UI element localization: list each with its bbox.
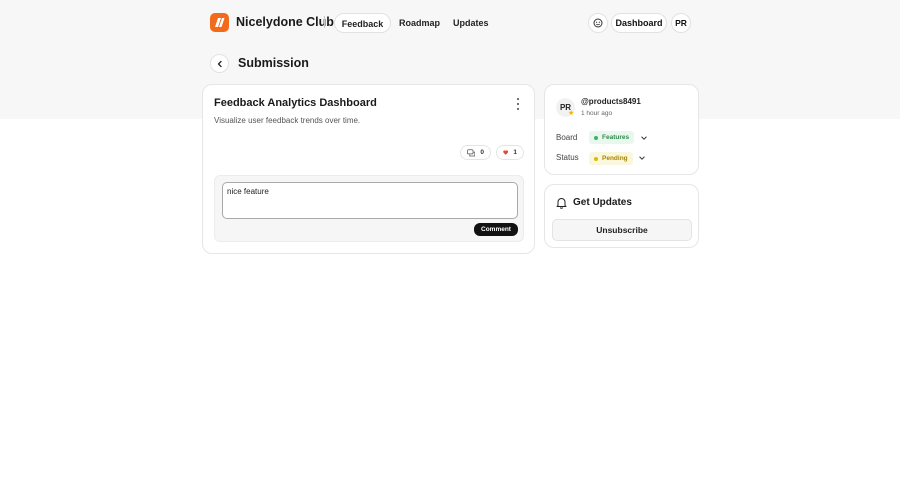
post-title: Feedback Analytics Dashboard — [214, 97, 377, 109]
brand-name[interactable]: Nicelydone Club — [236, 15, 334, 29]
status-label: Status — [556, 153, 579, 162]
comment-count-button[interactable]: 0 — [460, 145, 491, 160]
chevron-down-icon[interactable] — [638, 154, 646, 162]
more-vertical-icon[interactable] — [515, 98, 521, 110]
comment-input[interactable] — [222, 182, 518, 219]
board-value: Features — [602, 134, 630, 141]
post-meta-card: PR ★ @products8491 1 hour ago Board Feat… — [544, 84, 699, 175]
dashboard-button[interactable]: Dashboard — [611, 13, 667, 33]
theme-toggle-icon — [593, 18, 603, 28]
post-description: Visualize user feedback trends over time… — [214, 116, 361, 125]
unsubscribe-button[interactable]: Unsubscribe — [552, 219, 692, 241]
theme-toggle-button[interactable] — [588, 13, 608, 33]
comment-count: 0 — [480, 149, 484, 156]
updates-card: Get Updates Unsubscribe — [544, 184, 699, 248]
board-select[interactable]: Features — [589, 131, 635, 144]
status-value: Pending — [602, 155, 628, 162]
back-chevron-icon — [217, 60, 222, 67]
comment-button[interactable]: Comment — [474, 223, 518, 236]
bell-icon — [556, 198, 567, 209]
like-count: 1 — [513, 149, 517, 156]
heart-icon — [503, 150, 509, 155]
post-timestamp: 1 hour ago — [581, 110, 613, 117]
post-card: Feedback Analytics Dashboard Visualize u… — [202, 84, 535, 254]
star-icon: ★ — [568, 110, 575, 117]
nav-updates[interactable]: Updates — [453, 13, 489, 33]
logo-icon[interactable] — [210, 13, 229, 32]
nav-roadmap[interactable]: Roadmap — [399, 13, 440, 33]
updates-title: Get Updates — [573, 197, 632, 208]
user-avatar-button[interactable]: PR — [671, 13, 691, 33]
page-title: Submission — [238, 56, 309, 70]
status-dot — [594, 156, 598, 161]
board-status-dot — [594, 135, 598, 140]
author-username[interactable]: @products8491 — [581, 97, 641, 106]
header-divider — [324, 16, 325, 28]
nav-feedback[interactable]: Feedback — [334, 13, 391, 33]
status-select[interactable]: Pending — [589, 152, 633, 165]
like-button[interactable]: 1 — [496, 145, 524, 160]
comment-composer: Comment — [214, 175, 524, 242]
board-label: Board — [556, 133, 578, 142]
comment-icon — [467, 148, 476, 156]
back-button[interactable] — [210, 54, 229, 73]
chevron-down-icon[interactable] — [640, 134, 648, 142]
